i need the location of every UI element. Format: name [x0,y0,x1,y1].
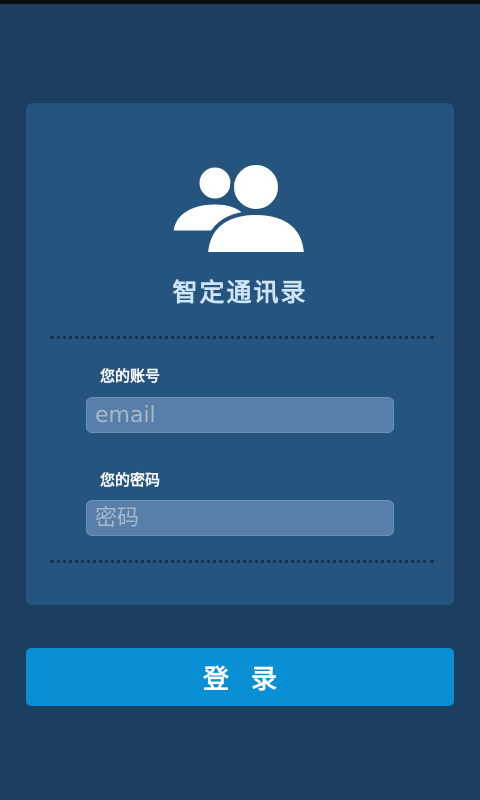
users-group-icon [170,161,309,256]
account-label: 您的账号 [100,367,161,385]
password-input[interactable] [86,500,394,536]
divider-top [50,336,434,339]
login-card: 智定通讯录 您的账号 您的密码 [26,103,454,605]
login-button[interactable]: 登录 [26,648,454,706]
divider-bottom [50,560,434,563]
app-title: 智定通讯录 [172,278,308,307]
password-label: 您的密码 [100,471,161,489]
login-screen: 智定通讯录 您的账号 您的密码 登录 [0,4,480,800]
account-input[interactable] [86,397,394,433]
